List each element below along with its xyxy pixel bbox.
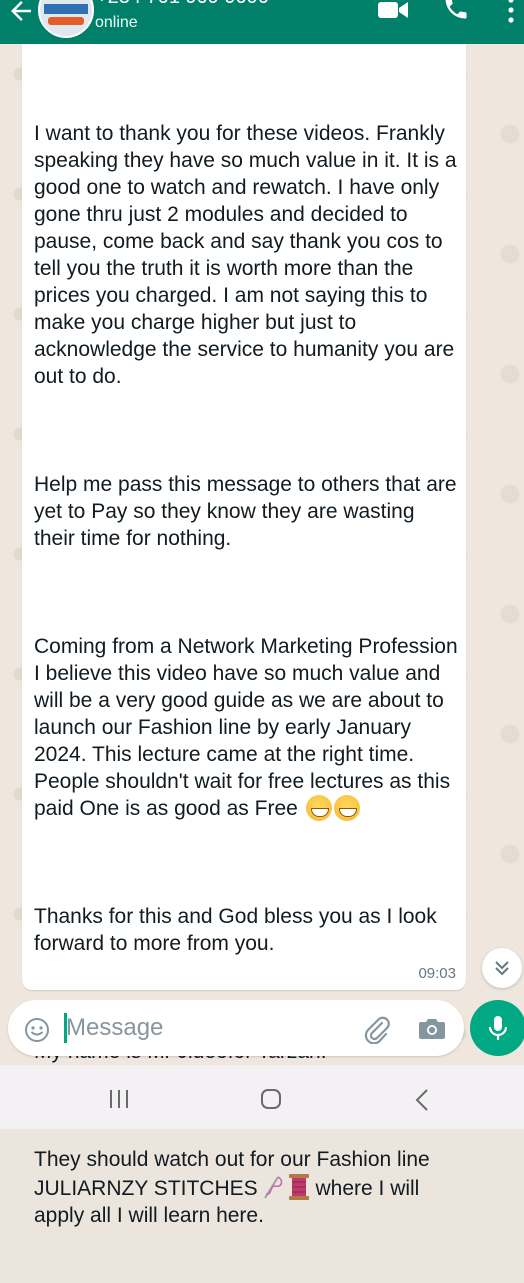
avatar-banner bbox=[44, 4, 88, 14]
double-chevron-down-icon bbox=[495, 961, 509, 976]
voice-message-button[interactable] bbox=[470, 1000, 524, 1056]
message-paragraph: Thanks for this and God bless you as I l… bbox=[34, 905, 443, 955]
grinning-face-icon bbox=[333, 795, 360, 821]
system-navigation-bar bbox=[0, 1065, 524, 1129]
message-paragraph-text: Coming from a Network Marketing Professi… bbox=[34, 635, 464, 820]
message-timestamp: 09:03 bbox=[418, 965, 456, 982]
message-paragraph: They should watch out for our Fashion li… bbox=[34, 1146, 458, 1229]
emoji-icon[interactable] bbox=[24, 1017, 50, 1043]
home-icon[interactable] bbox=[260, 1088, 282, 1110]
grinning-face-icon bbox=[305, 795, 332, 821]
more-vertical-icon[interactable] bbox=[506, 0, 516, 24]
message-paragraph: Coming from a Network Marketing Professi… bbox=[34, 633, 458, 822]
contact-name[interactable]: +234 701 909 9090 bbox=[96, 0, 269, 9]
video-call-icon[interactable] bbox=[378, 0, 408, 20]
phone-icon[interactable] bbox=[442, 0, 470, 22]
message-paragraph: I want to thank you for these videos. Fr… bbox=[34, 122, 463, 388]
back-arrow-icon[interactable] bbox=[6, 0, 36, 26]
back-icon[interactable] bbox=[414, 1088, 430, 1112]
scroll-to-bottom-button[interactable] bbox=[482, 948, 522, 988]
message-composer bbox=[8, 1000, 464, 1056]
camera-icon[interactable] bbox=[418, 1015, 446, 1041]
recent-apps-icon[interactable] bbox=[108, 1089, 130, 1109]
chat-header: +234 701 909 9090 online bbox=[0, 0, 524, 44]
contact-avatar[interactable] bbox=[38, 0, 94, 38]
thread-spool-icon bbox=[288, 1174, 309, 1200]
microphone-icon bbox=[488, 1016, 508, 1040]
message-paragraph: Help me pass this message to others that… bbox=[34, 473, 463, 550]
incoming-message-bubble[interactable]: I want to thank you for these videos. Fr… bbox=[22, 44, 466, 1227]
avatar-logo bbox=[48, 17, 84, 25]
attachment-icon[interactable] bbox=[362, 1014, 392, 1044]
message-input[interactable] bbox=[66, 1012, 346, 1044]
contact-status: online bbox=[95, 14, 138, 31]
sewing-needle-icon bbox=[263, 1176, 282, 1199]
